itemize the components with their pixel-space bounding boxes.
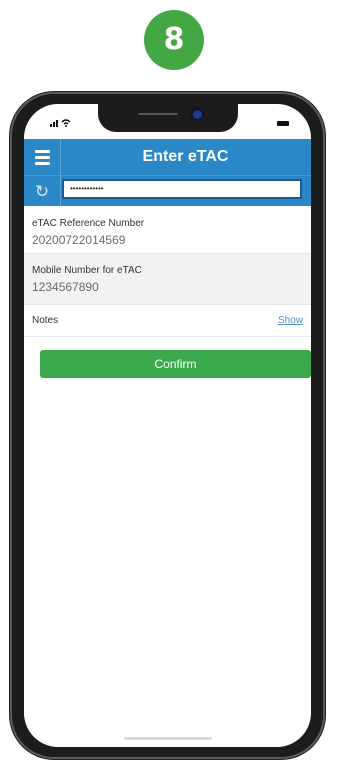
refresh-button[interactable]: ↻	[24, 176, 61, 207]
confirm-button[interactable]: Confirm	[40, 350, 311, 378]
phone-frame: Enter eTAC ↻ •••••••••••• eTAC Reference…	[10, 92, 325, 759]
battery-icon	[277, 118, 289, 128]
mute-switch	[16, 180, 22, 206]
page-title: Enter eTAC	[142, 148, 229, 165]
camera-icon	[193, 110, 202, 119]
volume-down-button	[16, 282, 22, 332]
home-indicator	[124, 737, 212, 740]
menu-icon-bar	[35, 162, 50, 165]
mobile-number-field: Mobile Number for eTAC 1234567890	[24, 254, 311, 305]
speaker-grille	[138, 113, 178, 115]
etac-input[interactable]: ••••••••••••	[62, 179, 302, 199]
notes-label: Notes	[32, 315, 59, 326]
etac-input-bar: ↻ ••••••••••••	[24, 175, 311, 207]
step-badge: 8	[144, 10, 204, 70]
notch	[98, 104, 238, 132]
app-header: Enter eTAC	[24, 139, 311, 175]
signal-wifi-icons	[50, 118, 72, 129]
menu-icon-bar	[35, 156, 50, 159]
menu-icon	[35, 150, 50, 153]
refresh-icon: ↻	[34, 182, 50, 201]
phone-screen: Enter eTAC ↻ •••••••••••• eTAC Reference…	[24, 104, 311, 747]
volume-up-button	[16, 222, 22, 272]
notes-row: Notes Show	[24, 305, 311, 337]
etac-reference-field: eTAC Reference Number 20200722014569	[24, 206, 311, 254]
field-value: 1234567890	[32, 280, 99, 294]
signal-icon	[50, 119, 71, 127]
field-value: 20200722014569	[32, 233, 126, 247]
field-label: eTAC Reference Number	[32, 218, 145, 229]
field-label: Mobile Number for eTAC	[32, 265, 142, 276]
show-notes-link[interactable]: Show	[278, 315, 303, 326]
menu-button[interactable]	[24, 139, 61, 175]
